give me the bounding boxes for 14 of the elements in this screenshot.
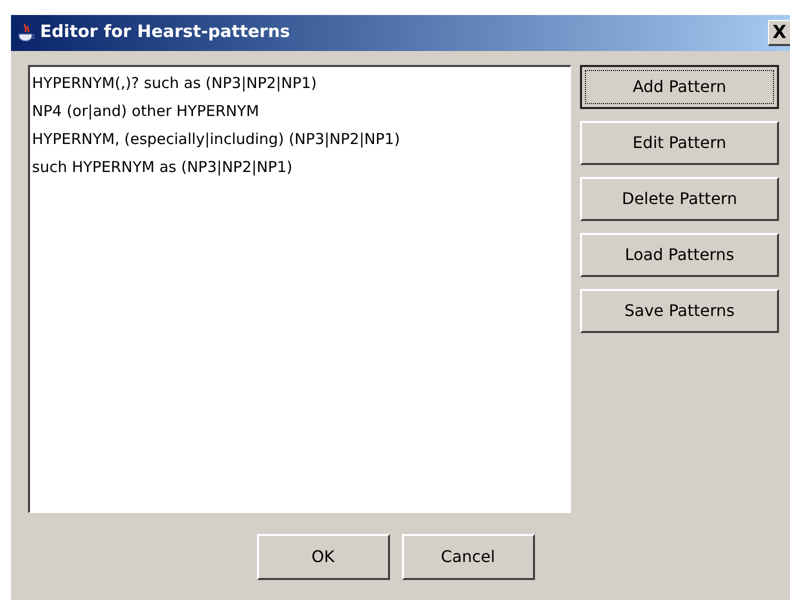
pattern-item[interactable]: NP4 (or|and) other HYPERNYM: [30, 97, 260, 125]
pattern-button[interactable]: Save Patterns: [580, 289, 779, 333]
dialog-button[interactable]: OK: [256, 534, 390, 580]
pattern-item[interactable]: HYPERNYM, (especially|including) (NP3|NP2|NP1): [30, 125, 400, 153]
pattern-button[interactable]: Add Pattern: [580, 65, 779, 109]
close-button[interactable]: X: [768, 20, 790, 46]
pattern-item[interactable]: HYPERNYM(,)? such as (NP3|NP2|NP1): [30, 69, 317, 97]
window-title: Editor for Hearst-patterns: [40, 21, 290, 44]
pattern-button[interactable]: Delete Pattern: [580, 177, 779, 221]
coffee-cup-icon: [17, 23, 35, 43]
pattern-button[interactable]: Load Patterns: [580, 233, 779, 277]
pattern-item[interactable]: such HYPERNYM as (NP3|NP2|NP1): [30, 153, 292, 181]
pattern-button[interactable]: Edit Pattern: [580, 121, 779, 165]
dialog-button[interactable]: Cancel: [402, 534, 534, 580]
